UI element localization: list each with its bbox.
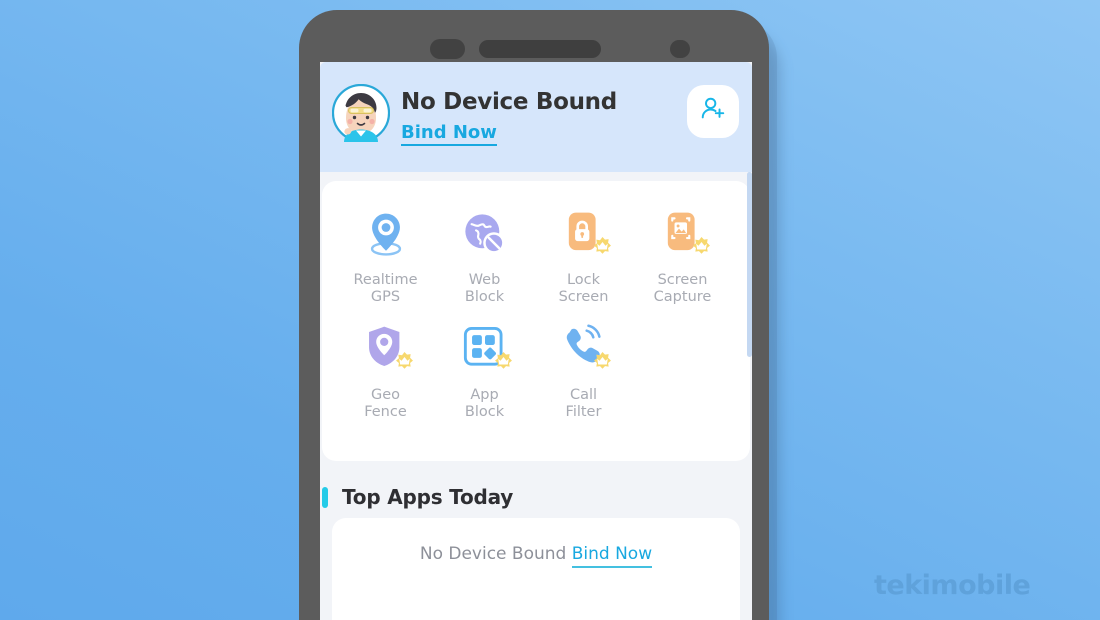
phone-device-frame: No Device Bound Bind Now Realtime GPS We…	[299, 10, 769, 620]
feature-web-block[interactable]: Web Block	[435, 205, 534, 306]
top-apps-card: No Device Bound Bind Now	[332, 518, 740, 620]
front-camera-icon	[430, 39, 465, 59]
feature-realtime-gps[interactable]: Realtime GPS	[336, 205, 435, 306]
location-pin-icon	[358, 205, 414, 263]
add-user-icon	[699, 95, 727, 128]
lock-screen-icon	[556, 205, 612, 263]
feature-label: Geo Fence	[364, 387, 407, 420]
app-header: No Device Bound Bind Now	[320, 62, 752, 172]
feature-geo-fence[interactable]: Geo Fence	[336, 320, 435, 421]
section-header: Top Apps Today	[320, 474, 752, 520]
screenshot-canvas: tekimobile No Device Bound Bind Now Real…	[0, 0, 1100, 620]
apps-empty-text: No Device Bound	[419, 544, 567, 564]
phone-screen: No Device Bound Bind Now Realtime GPS We…	[320, 62, 752, 620]
section-accent-bar	[322, 486, 328, 508]
boy-avatar-icon[interactable]	[331, 83, 391, 143]
crown-badge-icon	[491, 351, 516, 376]
feature-label: Web Block	[464, 272, 505, 305]
features-row-1: Realtime GPS Web Block Lock Screen Scree…	[322, 181, 750, 306]
globe-block-icon	[457, 205, 513, 263]
apps-empty-state-row: No Device Bound Bind Now	[332, 518, 740, 568]
tekimobile-watermark: tekimobile	[874, 570, 1031, 601]
scrollbar-track[interactable]	[747, 62, 752, 620]
section-title: Top Apps Today	[342, 485, 514, 509]
call-filter-phone-icon	[556, 320, 612, 378]
feature-label: App Block	[464, 387, 505, 420]
app-block-grid-icon	[457, 320, 513, 378]
crown-badge-icon	[392, 351, 417, 376]
features-row-2: Geo Fence App Block Call Filter	[322, 306, 750, 421]
header-text-group: No Device Bound Bind Now	[401, 88, 617, 146]
crown-badge-icon	[689, 236, 714, 261]
features-card: Realtime GPS Web Block Lock Screen Scree…	[322, 181, 750, 461]
feature-label: Screen Capture	[653, 272, 712, 305]
feature-app-block[interactable]: App Block	[435, 320, 534, 421]
feature-label: Realtime GPS	[353, 272, 418, 305]
screen-capture-icon	[655, 205, 711, 263]
crown-badge-icon	[590, 236, 615, 261]
bind-now-link[interactable]: Bind Now	[401, 122, 497, 146]
geo-fence-shield-icon	[358, 320, 414, 378]
feature-label: Call Filter	[565, 387, 602, 420]
proximity-sensor-icon	[670, 40, 690, 58]
vertical-scrollbar[interactable]	[747, 172, 752, 357]
feature-call-filter[interactable]: Call Filter	[534, 320, 633, 421]
feature-lock-screen[interactable]: Lock Screen	[534, 205, 633, 306]
apps-bind-now-link[interactable]: Bind Now	[571, 544, 653, 568]
feature-label: Lock Screen	[558, 272, 609, 305]
add-user-button[interactable]	[687, 85, 739, 138]
phone-top-bezel	[299, 10, 769, 62]
feature-screen-capture[interactable]: Screen Capture	[633, 205, 732, 306]
earpiece-speaker-icon	[479, 40, 601, 58]
crown-badge-icon	[590, 351, 615, 376]
page-title: No Device Bound	[401, 89, 617, 115]
